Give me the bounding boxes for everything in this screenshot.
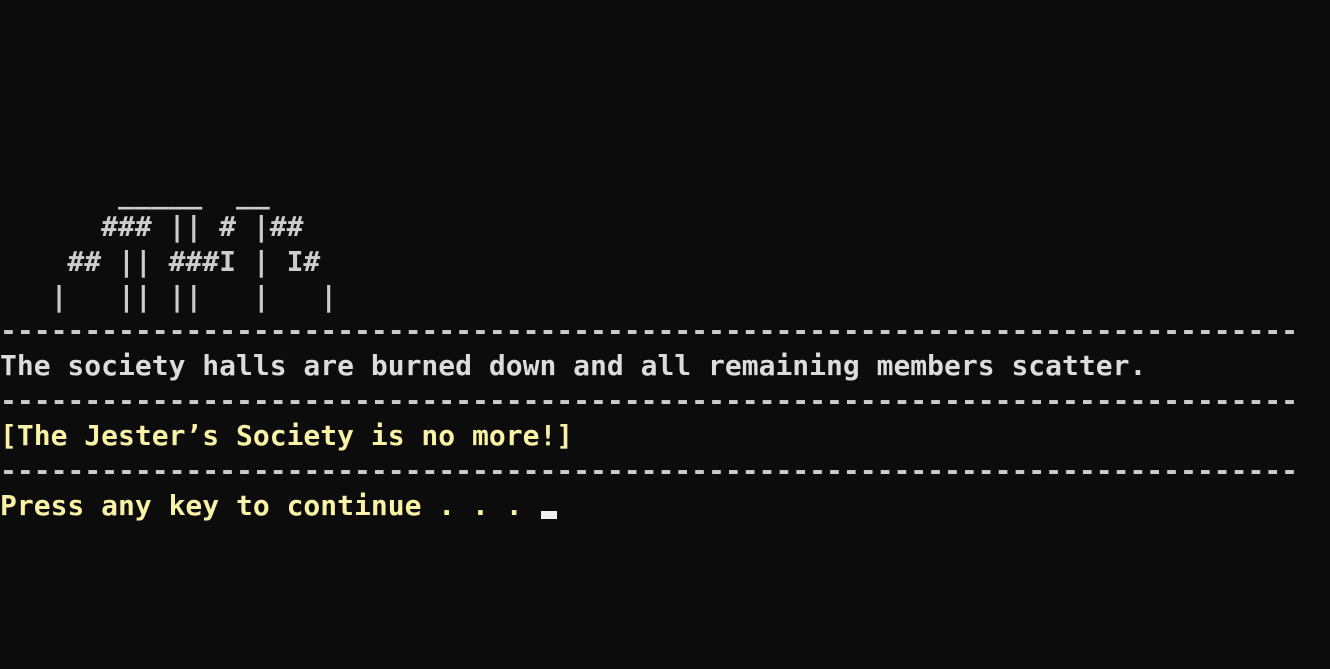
continue-prompt: Press any key to continue . . . xyxy=(0,489,540,522)
ascii-art-line-3: ## || ###I | I# xyxy=(0,245,321,278)
divider-3: ----------------------------------------… xyxy=(0,454,1299,487)
divider-1: ----------------------------------------… xyxy=(0,314,1299,347)
narration-text: The society halls are burned down and al… xyxy=(0,349,1147,382)
divider-2: ----------------------------------------… xyxy=(0,384,1299,417)
continue-prompt-line: Press any key to continue . . . xyxy=(0,488,558,523)
text-cursor xyxy=(541,511,558,519)
ascii-art-line-4: | || || | | xyxy=(0,280,338,313)
console-window[interactable]: _____ __ ### || # |## ## || ###I | I# | … xyxy=(0,0,1330,669)
ascii-art-line-1: _____ __ xyxy=(0,177,270,210)
ascii-art-line-2: ### || # |## xyxy=(0,210,304,243)
society-ended-message: [The Jester’s Society is no more!] xyxy=(0,419,574,452)
